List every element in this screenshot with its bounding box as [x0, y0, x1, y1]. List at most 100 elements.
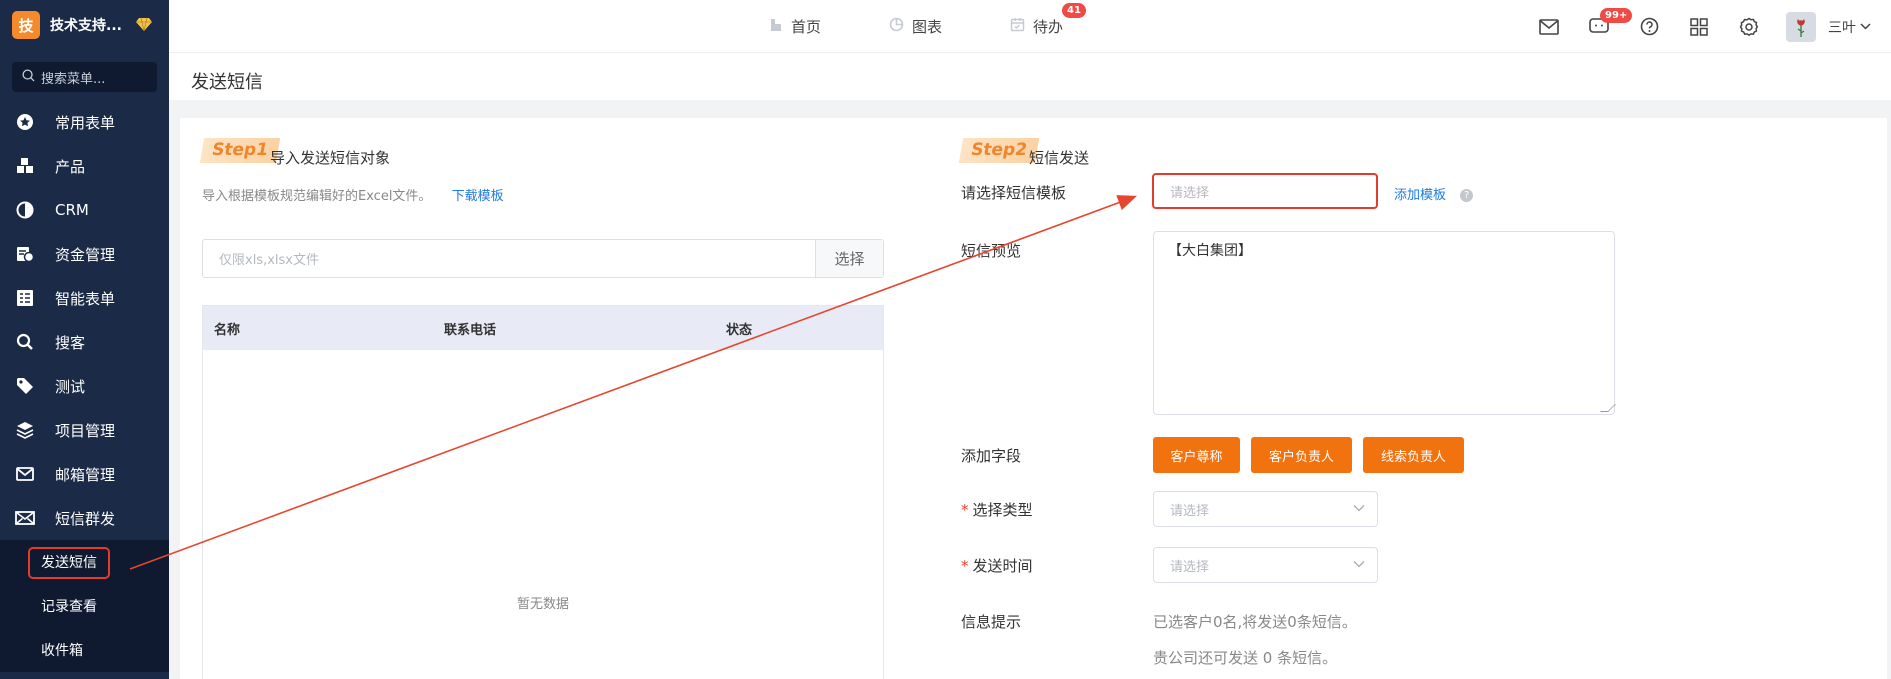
sidebar-item-sms-broadcast[interactable]: 短信群发 — [0, 496, 169, 540]
sidebar-item-finance[interactable]: 资金管理 — [0, 232, 169, 276]
step1-tag: Step1 — [199, 138, 281, 163]
sidebar-item-label: 邮箱管理 — [55, 465, 116, 484]
sms-preview-text: 【大白集团】 — [1168, 243, 1252, 259]
sms-submenu: 发送短信 记录查看 收件箱 — [0, 540, 169, 672]
layers-icon — [15, 420, 35, 440]
sidebar-item-label: 短信群发 — [55, 509, 116, 528]
boxes-icon — [15, 156, 35, 176]
import-hint: 导入根据模板规范编辑好的Excel文件。 下载模板 — [202, 185, 504, 204]
form-icon — [15, 288, 35, 308]
sidebar-item-test[interactable]: 测试 — [0, 364, 169, 408]
type-label: * 选择类型 — [961, 499, 1033, 520]
insert-lead-owner-button[interactable]: 线索负责人 — [1363, 437, 1464, 473]
menu-search-placeholder: 搜索菜单... — [41, 71, 106, 87]
recipients-table: 名称 联系电话 状态 暂无数据 — [202, 305, 884, 679]
required-mark: * — [961, 501, 969, 519]
brand[interactable]: 技 技术支持... — [0, 0, 169, 50]
highlight-box — [28, 547, 110, 579]
column-header-phone: 联系电话 — [444, 322, 497, 338]
choose-file-button[interactable]: 选择 — [815, 240, 883, 277]
chart-icon — [889, 17, 904, 36]
sidebar-item-common-forms[interactable]: 常用表单 — [0, 100, 169, 144]
sidebar-item-label: 产品 — [55, 157, 86, 176]
sidebar-item-search-customers[interactable]: 搜客 — [0, 320, 169, 364]
sidebar: 技 技术支持... 搜索菜单... 常用表单 产品 CRM 资金管理 智能表单 … — [0, 0, 169, 679]
sidebar-item-label: 搜客 — [55, 333, 86, 352]
help-icon[interactable] — [1636, 14, 1662, 40]
diamond-icon — [136, 16, 152, 35]
time-select[interactable]: 请选择 — [1153, 547, 1378, 583]
topnav-charts[interactable]: 图表 — [889, 16, 942, 37]
sidebar-item-products[interactable]: 产品 — [0, 144, 169, 188]
avatar[interactable] — [1786, 11, 1816, 42]
message-count-badge: 99+ — [1600, 7, 1633, 23]
topnav-home[interactable]: 首页 — [769, 16, 821, 37]
info-label: 信息提示 — [961, 613, 1022, 631]
mail-icon — [15, 464, 35, 484]
step1-title: 导入发送短信对象 — [270, 149, 391, 167]
gear-icon[interactable] — [1736, 14, 1762, 40]
sidebar-menu: 常用表单 产品 CRM 资金管理 智能表单 搜客 测试 项目管理 邮箱管理 短信… — [0, 100, 169, 540]
empty-state: 暂无数据 — [516, 597, 569, 612]
type-select[interactable]: 请选择 — [1153, 491, 1378, 527]
insert-customer-owner-button[interactable]: 客户负责人 — [1251, 437, 1352, 473]
column-header-status: 状态 — [726, 322, 753, 338]
submenu-item-label: 记录查看 — [41, 599, 97, 615]
tag-icon — [15, 376, 35, 396]
mail-icon[interactable] — [1536, 14, 1562, 40]
submenu-item-inbox[interactable]: 收件箱 — [0, 628, 169, 672]
sidebar-item-mailbox[interactable]: 邮箱管理 — [0, 452, 169, 496]
sidebar-item-crm[interactable]: CRM — [0, 188, 169, 232]
column-header-name: 名称 — [214, 322, 241, 338]
submenu-item-records[interactable]: 记录查看 — [0, 584, 169, 628]
submenu-item-send-sms[interactable]: 发送短信 — [0, 540, 169, 584]
type-select-placeholder: 请选择 — [1170, 503, 1210, 519]
sidebar-item-smart-forms[interactable]: 智能表单 — [0, 276, 169, 320]
todo-count-badge: 41 — [1062, 3, 1086, 18]
page-header: 发送短信 — [169, 53, 1891, 108]
apps-grid-icon[interactable] — [1686, 14, 1712, 40]
topnav-label: 首页 — [791, 18, 822, 36]
question-icon[interactable]: ? — [1460, 189, 1474, 202]
type-label-text: 选择类型 — [972, 501, 1033, 519]
time-label-text: 发送时间 — [972, 557, 1033, 575]
calendar-icon — [1010, 17, 1025, 36]
main-content: Step1 导入发送短信对象 导入根据模板规范编辑好的Excel文件。 下载模板… — [180, 118, 1887, 679]
template-select-placeholder: 请选择 — [1170, 185, 1210, 201]
resize-handle[interactable] — [1600, 404, 1616, 412]
template-label: 请选择短信模板 — [961, 184, 1067, 202]
required-mark: * — [961, 557, 969, 575]
money-icon — [15, 244, 35, 264]
message-icon[interactable]: 99+ — [1586, 7, 1633, 40]
chevron-down-icon[interactable] — [1860, 20, 1871, 33]
page-title: 发送短信 — [191, 72, 263, 93]
submenu-item-label: 收件箱 — [41, 643, 83, 659]
sidebar-item-label: CRM — [55, 201, 89, 219]
sidebar-item-label: 项目管理 — [55, 421, 116, 440]
preview-label: 短信预览 — [961, 242, 1022, 260]
step2-tag: Step2 — [958, 138, 1040, 163]
topnav-label: 待办 — [1033, 18, 1064, 36]
import-hint-text: 导入根据模板规范编辑好的Excel文件。 — [202, 189, 432, 204]
envelope-icon — [15, 508, 35, 528]
username[interactable]: 三叶 — [1828, 17, 1856, 37]
add-field-label: 添加字段 — [961, 447, 1022, 465]
info-line-2: 贵公司还可发送 0 条短信。 — [1153, 649, 1338, 667]
sidebar-item-projects[interactable]: 项目管理 — [0, 408, 169, 452]
chevron-down-icon — [1353, 501, 1365, 515]
sidebar-item-label: 资金管理 — [55, 245, 116, 264]
template-select[interactable]: 请选择 — [1152, 173, 1378, 209]
sidebar-item-label: 测试 — [55, 377, 86, 396]
sidebar-item-label: 智能表单 — [55, 289, 116, 308]
file-upload-field[interactable]: 仅限xls,xlsx文件 选择 — [202, 239, 884, 278]
add-template-link[interactable]: 添加模板 — [1394, 188, 1446, 203]
topnav-todo[interactable]: 待办 41 — [1010, 3, 1086, 37]
home-icon — [769, 18, 783, 36]
file-input-placeholder: 仅限xls,xlsx文件 — [219, 253, 319, 268]
search-icon — [22, 68, 35, 86]
insert-customer-title-button[interactable]: 客户尊称 — [1153, 437, 1240, 473]
chevron-down-icon — [1353, 557, 1365, 571]
download-template-link[interactable]: 下载模板 — [452, 189, 504, 204]
sms-preview-textarea[interactable]: 【大白集团】 — [1153, 231, 1616, 415]
menu-search-input[interactable]: 搜索菜单... — [12, 62, 157, 92]
